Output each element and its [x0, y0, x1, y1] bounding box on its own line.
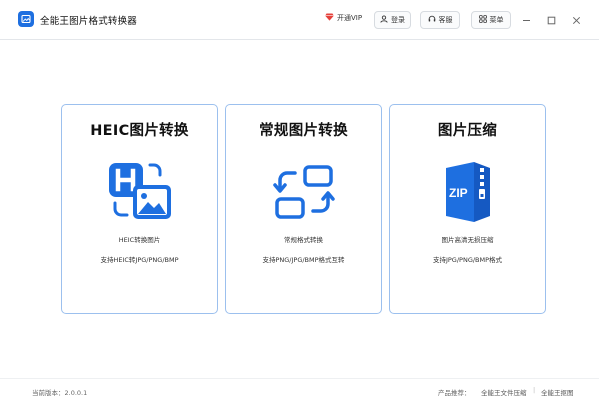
zip-file-icon: ZIP	[390, 156, 545, 228]
close-icon[interactable]	[570, 14, 582, 26]
app-title: 全能王图片格式转换器	[40, 16, 138, 27]
normal-convert-card[interactable]: 常规图片转换 常规格式转换 支持PNG/JPG/BMP格式互转	[225, 104, 382, 314]
headset-icon	[428, 15, 436, 25]
vip-label: 开通VIP	[337, 14, 363, 22]
card-description: HEIC转换图片	[118, 236, 161, 244]
title-bar: 全能王图片格式转换器 开通VIP 登录 客服 菜单	[0, 0, 599, 40]
card-description: 图片高清无损压缩	[441, 236, 494, 244]
login-label: 登录	[391, 16, 405, 24]
svg-text:ZIP: ZIP	[449, 186, 468, 200]
card-title: 图片压缩	[437, 123, 498, 139]
file-compress-link[interactable]: 全能王文件压缩	[481, 387, 527, 397]
vip-button[interactable]: 开通VIP	[325, 13, 362, 23]
app-logo-icon	[18, 11, 34, 27]
login-button[interactable]: 登录	[374, 11, 411, 29]
diamond-icon	[325, 13, 334, 23]
card-title: HEIC图片转换	[90, 123, 189, 139]
cutout-link[interactable]: 全能王抠图	[541, 387, 574, 397]
separator: |	[533, 386, 536, 394]
card-title: 常规图片转换	[259, 123, 348, 139]
heic-image-icon	[62, 156, 217, 228]
card-formats: 支持HEIC转JPG/PNG/BMP	[100, 256, 179, 264]
service-label: 客服	[438, 16, 453, 24]
compress-card[interactable]: 图片压缩 ZIP 图片高清无损压缩 支持JPG/PNG/BMP格式	[389, 104, 546, 314]
grid-menu-icon	[478, 15, 487, 25]
convert-arrows-icon	[226, 156, 381, 228]
recommend-label: 产品推荐：	[438, 389, 471, 397]
app-window: 全能王图片格式转换器 开通VIP 登录 客服 菜单 HEIC图片转换 HEIC转…	[0, 0, 599, 407]
heic-convert-card[interactable]: HEIC图片转换 HEIC转换图片 支持HEIC转JPG/PNG/BMP	[61, 104, 218, 314]
card-formats: 支持PNG/JPG/BMP格式互转	[262, 256, 345, 264]
card-description: 常规格式转换	[284, 236, 323, 244]
version-label: 当前版本：2.0.0.1	[32, 389, 88, 397]
user-icon	[380, 15, 388, 25]
card-formats: 支持JPG/PNG/BMP格式	[432, 256, 503, 264]
status-bar: 当前版本：2.0.0.1 产品推荐： 全能王文件压缩 | 全能王抠图	[0, 378, 599, 407]
service-button[interactable]: 客服	[420, 11, 460, 29]
minimize-icon[interactable]	[520, 14, 532, 26]
maximize-icon[interactable]	[545, 14, 557, 26]
menu-label: 菜单	[489, 16, 504, 24]
menu-button[interactable]: 菜单	[471, 11, 511, 29]
